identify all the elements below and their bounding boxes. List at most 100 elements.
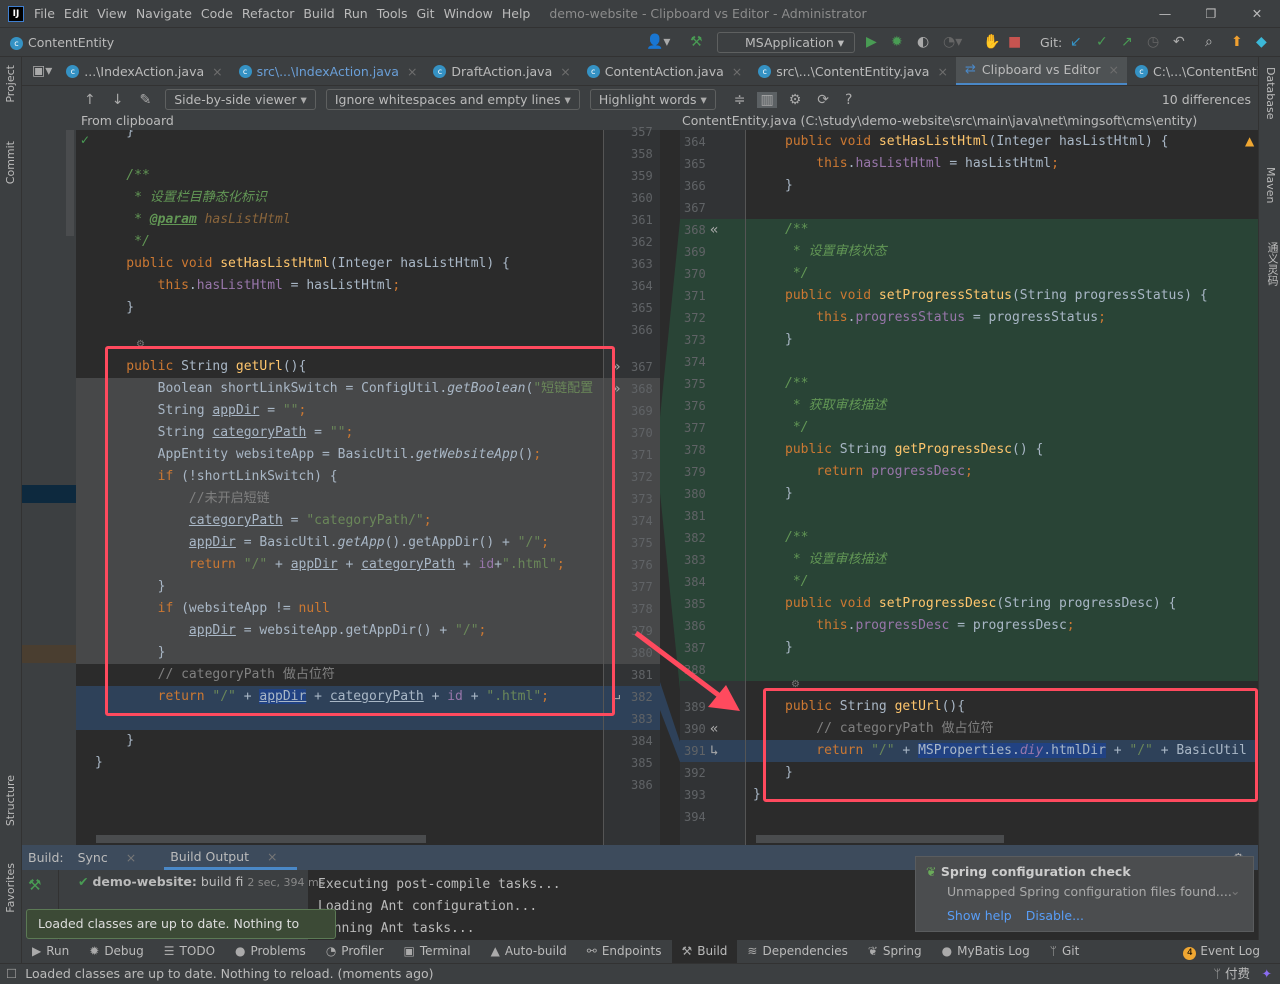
- sync-scroll-icon[interactable]: ▥: [757, 91, 777, 108]
- maven-tool-button[interactable]: Maven: [1264, 167, 1277, 203]
- history-icon[interactable]: ◷: [1147, 34, 1159, 50]
- tool-window-endpoints[interactable]: ⚯ Endpoints: [577, 940, 672, 963]
- tool-window-git[interactable]: ᛘ Git: [1040, 940, 1090, 963]
- tool-window-spring[interactable]: ❦ Spring: [858, 940, 932, 963]
- git-update-icon[interactable]: ↙: [1070, 34, 1082, 50]
- tabs-overflow-chevron-icon[interactable]: ⌄: [1238, 62, 1248, 77]
- event-log-button[interactable]: 4 Event Log: [1173, 940, 1270, 963]
- tongyi-status-icon[interactable]: ✦: [1262, 964, 1272, 984]
- project-selected-row[interactable]: [22, 485, 76, 503]
- expand-chevron-icon[interactable]: ⌄: [1230, 883, 1240, 898]
- tab-item[interactable]: c DraftAction.java ×: [425, 57, 578, 85]
- menu-run[interactable]: Run: [344, 6, 368, 21]
- update-icon[interactable]: ⬆: [1231, 34, 1243, 50]
- apply-change-icon[interactable]: «: [710, 718, 718, 740]
- coverage-icon[interactable]: ◐: [917, 34, 929, 50]
- close-tab-icon[interactable]: ×: [732, 57, 742, 85]
- tool-window-debug[interactable]: ✹ Debug: [79, 940, 154, 963]
- left-vertical-scrollbar[interactable]: [66, 130, 74, 236]
- tongyi-tool-button[interactable]: 通义灵码: [1264, 242, 1280, 286]
- debug-icon[interactable]: ✹: [891, 34, 903, 50]
- close-tab-icon[interactable]: ×: [212, 57, 222, 85]
- whitespace-select[interactable]: Ignore whitespaces and empty lines: [325, 89, 580, 110]
- warning-icon[interactable]: ▲: [1245, 134, 1254, 148]
- menu-edit[interactable]: Edit: [64, 6, 88, 21]
- close-tab-icon[interactable]: ×: [407, 57, 417, 85]
- database-tool-button[interactable]: Database: [1264, 67, 1277, 120]
- menu-build[interactable]: Build: [303, 6, 334, 21]
- settings-gear-icon[interactable]: ⚙: [789, 92, 802, 108]
- right-horizontal-scrollbar[interactable]: [756, 835, 1004, 843]
- show-help-link[interactable]: Show help: [947, 908, 1012, 923]
- close-tab-icon[interactable]: ×: [1108, 57, 1118, 84]
- status-panel-icon[interactable]: ☐: [6, 966, 17, 981]
- project-folder-row[interactable]: [22, 645, 76, 663]
- tool-window-profiler[interactable]: ◔ Profiler: [316, 940, 394, 963]
- tab-list-icon[interactable]: ▣▾: [32, 63, 52, 79]
- minimize-icon[interactable]: —: [1142, 0, 1188, 28]
- tab-item[interactable]: c src\...\ContentEntity.java ×: [750, 57, 956, 85]
- tool-window-build[interactable]: ⚒ Build: [671, 940, 738, 963]
- left-horizontal-scrollbar[interactable]: [96, 835, 426, 843]
- apply-change-icon[interactable]: «: [710, 219, 718, 241]
- code-line: */: [746, 263, 1258, 285]
- menu-navigate[interactable]: Navigate: [136, 6, 192, 21]
- tab-build-output[interactable]: Build Output ×: [164, 845, 298, 870]
- prev-diff-icon[interactable]: ↑: [84, 92, 96, 108]
- tool-window-auto-build[interactable]: ▲ Auto-build: [481, 940, 577, 963]
- build-hammer-icon[interactable]: ⚒: [690, 34, 703, 50]
- collapse-unchanged-icon[interactable]: ≑: [734, 92, 746, 108]
- search-icon[interactable]: ⌕: [1205, 34, 1213, 50]
- help-icon[interactable]: ?: [845, 92, 852, 108]
- close-tab-icon[interactable]: ×: [560, 57, 570, 85]
- stop-icon[interactable]: ■: [1008, 34, 1021, 50]
- run-configuration-select[interactable]: MSApplication ▾: [717, 32, 855, 53]
- next-diff-icon[interactable]: ↓: [112, 92, 124, 108]
- tool-window-todo[interactable]: ☰ TODO: [154, 940, 225, 963]
- disable-link[interactable]: Disable...: [1026, 908, 1084, 923]
- menu-view[interactable]: View: [97, 6, 127, 21]
- attach-icon[interactable]: ✋: [983, 34, 1000, 50]
- tool-window-problems[interactable]: ● Problems: [225, 940, 316, 963]
- restore-icon[interactable]: ❐: [1188, 0, 1234, 28]
- plugin-icon[interactable]: ◆: [1256, 34, 1267, 50]
- menu-help[interactable]: Help: [502, 6, 531, 21]
- user-icon[interactable]: 👤▾: [646, 34, 670, 50]
- apply-change-icon[interactable]: ↳: [710, 740, 718, 762]
- menu-git[interactable]: Git: [417, 6, 435, 21]
- status-right[interactable]: ᛘ 付费: [1213, 964, 1250, 984]
- tool-window-terminal[interactable]: ▣ Terminal: [394, 940, 481, 963]
- menu-window[interactable]: Window: [444, 6, 493, 21]
- rollback-icon[interactable]: ↶: [1173, 34, 1185, 50]
- tab-item[interactable]: c ContentAction.java ×: [579, 57, 751, 85]
- build-hammer-icon[interactable]: ⚒: [28, 876, 41, 894]
- profile-icon[interactable]: ◔▾: [943, 34, 962, 50]
- tool-window-dependencies[interactable]: ≋ Dependencies: [737, 940, 857, 963]
- build-tree-item[interactable]: ✔ demo-website: build fi 2 sec, 394 ms: [78, 874, 324, 889]
- tab-sync[interactable]: Sync ×: [78, 850, 151, 865]
- run-icon[interactable]: ▶: [866, 34, 877, 50]
- favorites-tool-button[interactable]: Favorites: [4, 863, 17, 913]
- close-tab-icon[interactable]: ×: [937, 57, 947, 85]
- tool-window-run[interactable]: ▶ Run: [22, 940, 79, 963]
- breadcrumb[interactable]: c ContentEntity: [10, 35, 114, 50]
- highlight-select[interactable]: Highlight words: [589, 89, 716, 110]
- git-push-icon[interactable]: ↗: [1121, 34, 1133, 50]
- menu-code[interactable]: Code: [201, 6, 233, 21]
- edit-icon[interactable]: ✎: [139, 92, 151, 108]
- close-icon[interactable]: ✕: [1234, 0, 1280, 28]
- tool-window-mybatis-log[interactable]: ● MyBatis Log: [932, 940, 1040, 963]
- viewer-select[interactable]: Side-by-side viewer: [165, 89, 316, 110]
- git-commit-icon[interactable]: ✓: [1096, 34, 1108, 50]
- menu-file[interactable]: File: [34, 6, 55, 21]
- commit-tool-button[interactable]: Commit: [4, 141, 17, 184]
- tab-item[interactable]: c ...\IndexAction.java ×: [58, 57, 230, 85]
- structure-tool-button[interactable]: Structure: [4, 775, 17, 826]
- tab-item[interactable]: c src\...\IndexAction.java ×: [231, 57, 426, 85]
- project-tool-button[interactable]: Project: [4, 65, 17, 103]
- menu-tools[interactable]: Tools: [377, 6, 408, 21]
- tab-item[interactable]: ⇄ Clipboard vs Editor ×: [955, 57, 1127, 85]
- refresh-icon[interactable]: ⟳: [817, 92, 829, 108]
- menu-refactor[interactable]: Refactor: [242, 6, 294, 21]
